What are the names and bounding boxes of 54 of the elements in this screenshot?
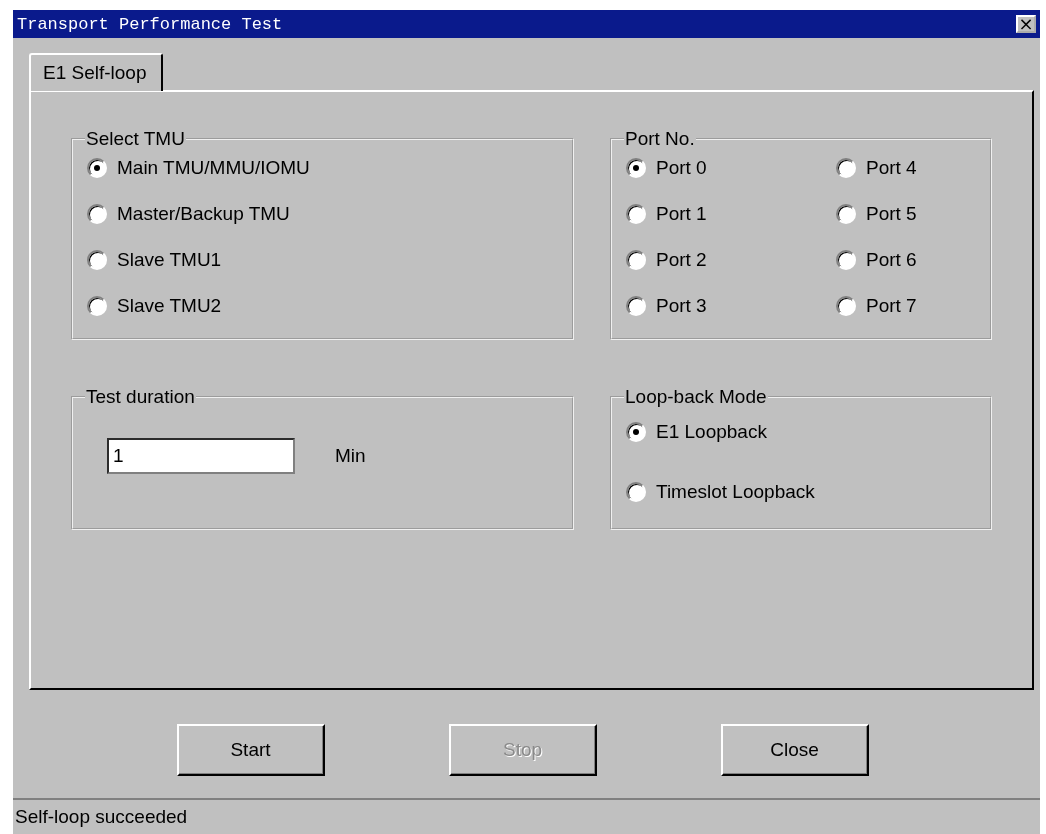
- radio-option[interactable]: Slave TMU1: [87, 248, 558, 272]
- dialog-button[interactable]: Start: [176, 724, 325, 776]
- radio-button[interactable]: [87, 158, 107, 178]
- radio-label: Main TMU/MMU/IOMU: [117, 157, 310, 179]
- group-title: Port No.: [624, 128, 696, 150]
- radio-label: Timeslot Loopback: [656, 481, 815, 503]
- radio-option[interactable]: Timeslot Loopback: [626, 480, 976, 504]
- radio-label: Port 2: [656, 249, 707, 271]
- radio-label: Port 1: [656, 203, 707, 225]
- tab[interactable]: E1 Self-loop: [29, 53, 163, 91]
- radio-button[interactable]: [87, 204, 107, 224]
- radio-option[interactable]: Port 3: [626, 294, 786, 318]
- radio-label: Port 4: [866, 157, 917, 179]
- radio-option[interactable]: Main TMU/MMU/IOMU: [87, 156, 558, 180]
- status-bar: Self-loop succeeded: [13, 798, 1040, 834]
- radio-button[interactable]: [626, 204, 646, 224]
- radio-button[interactable]: [626, 422, 646, 442]
- radio-button[interactable]: [836, 296, 856, 316]
- window-title: Transport Performance Test: [17, 14, 283, 34]
- radio-button[interactable]: [626, 158, 646, 178]
- radio-option[interactable]: Master/Backup TMU: [87, 202, 558, 226]
- duration-field[interactable]: 1: [107, 438, 295, 474]
- radio-option[interactable]: Port 2: [626, 248, 786, 272]
- radio-label: Slave TMU1: [117, 249, 222, 271]
- radio-option[interactable]: Slave TMU2: [87, 294, 558, 318]
- unit-label: Min: [335, 445, 366, 467]
- radio-option[interactable]: Port 4: [836, 156, 996, 180]
- group-title: Select TMU: [85, 128, 186, 150]
- radio-label: Slave TMU2: [117, 295, 222, 317]
- radio-option[interactable]: E1 Loopback: [626, 420, 976, 444]
- radio-button[interactable]: [626, 250, 646, 270]
- radio-button[interactable]: [87, 250, 107, 270]
- radio-button[interactable]: [626, 296, 646, 316]
- close-button[interactable]: ×: [1016, 15, 1036, 33]
- radio-option[interactable]: Port 0: [626, 156, 786, 180]
- radio-option[interactable]: Port 5: [836, 202, 996, 226]
- radio-label: Port 3: [656, 295, 707, 317]
- radio-label: Master/Backup TMU: [117, 203, 290, 225]
- dialog-button[interactable]: Close: [720, 724, 869, 776]
- radio-label: Port 5: [866, 203, 917, 225]
- radio-button[interactable]: [87, 296, 107, 316]
- radio-button[interactable]: [836, 158, 856, 178]
- radio-option[interactable]: Port 1: [626, 202, 786, 226]
- radio-label: Port 6: [866, 249, 917, 271]
- radio-button[interactable]: [626, 482, 646, 502]
- radio-label: Port 7: [866, 295, 917, 317]
- radio-label: Port 0: [656, 157, 707, 179]
- radio-button[interactable]: [836, 204, 856, 224]
- radio-button[interactable]: [836, 250, 856, 270]
- radio-option[interactable]: Port 6: [836, 248, 996, 272]
- radio-option[interactable]: Port 7: [836, 294, 996, 318]
- group-title: Test duration: [85, 386, 196, 408]
- radio-label: E1 Loopback: [656, 421, 767, 443]
- group-title: Loop-back Mode: [624, 386, 768, 408]
